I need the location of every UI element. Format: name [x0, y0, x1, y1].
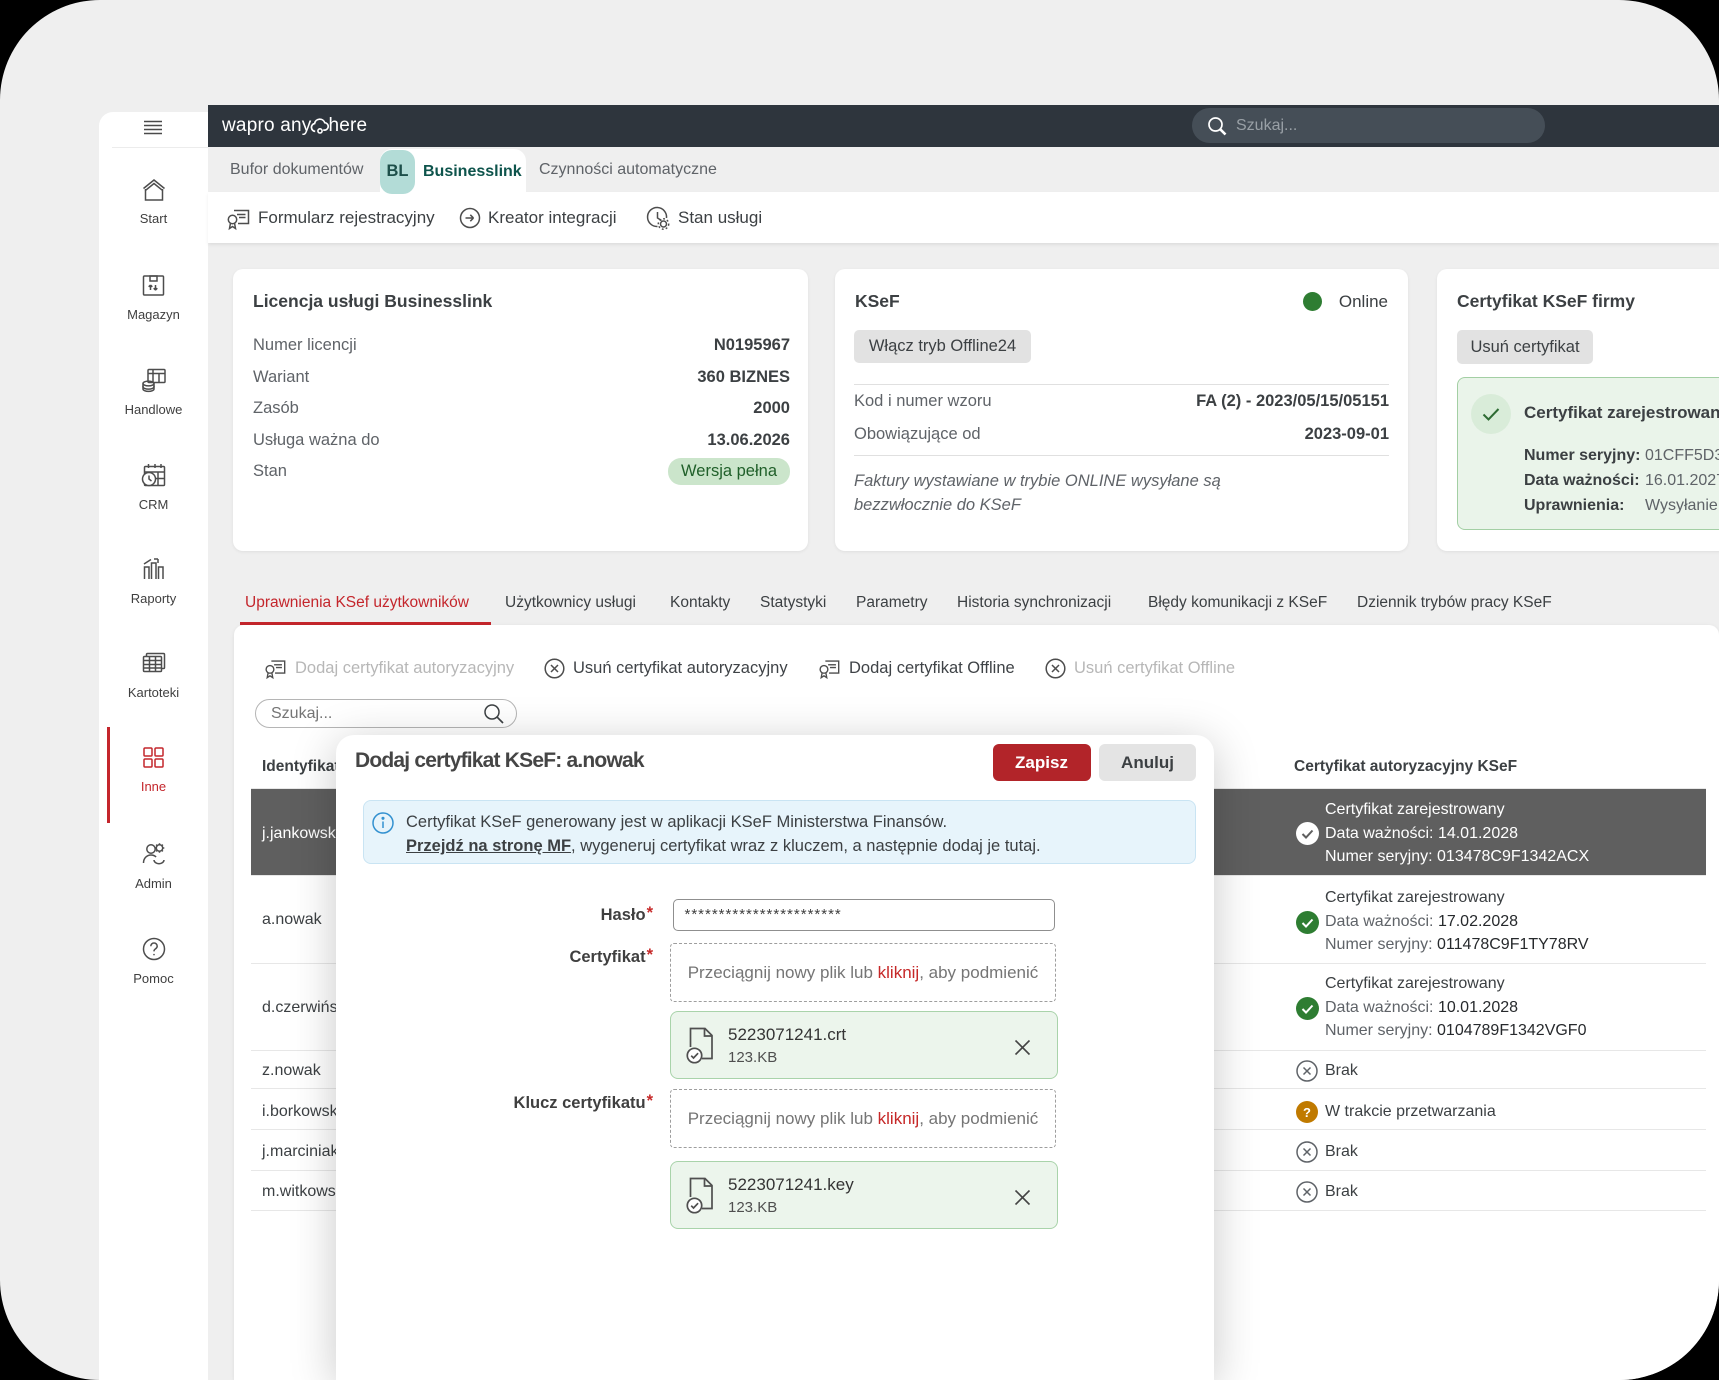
svg-text:?: ? [1303, 1105, 1311, 1120]
